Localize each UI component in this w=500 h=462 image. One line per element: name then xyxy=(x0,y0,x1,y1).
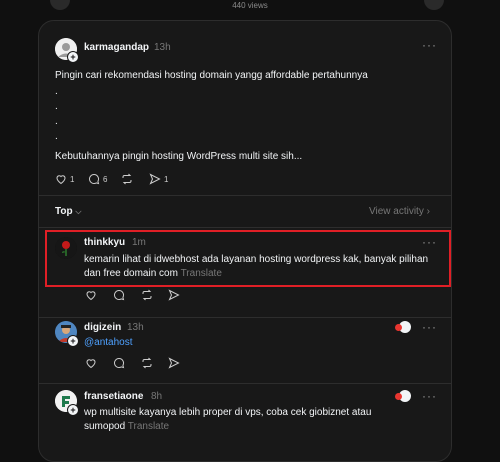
post-text-line: . xyxy=(55,101,58,112)
view-activity-link[interactable]: View activity › xyxy=(369,206,430,217)
follow-plus-icon[interactable]: + xyxy=(67,51,79,63)
heart-icon xyxy=(56,175,66,185)
heart-icon[interactable] xyxy=(85,289,97,301)
badge-dot-icon xyxy=(395,393,402,400)
share-icon[interactable] xyxy=(168,289,180,301)
chevron-right-icon: › xyxy=(426,206,430,217)
comment-text: sumopod xyxy=(84,421,126,432)
translate-link[interactable]: Translate xyxy=(128,421,169,432)
comment-time: 8h xyxy=(151,391,163,402)
repost-button[interactable] xyxy=(121,173,133,185)
reply-count: 6 xyxy=(103,174,108,184)
chevron-down-icon: ⌵ xyxy=(75,207,82,216)
heart-icon[interactable] xyxy=(85,357,97,369)
comment-username[interactable]: fransetiaone xyxy=(84,391,143,402)
post-text-line: . xyxy=(55,131,58,142)
view-activity-label: View activity xyxy=(369,206,424,217)
share-button[interactable]: 1 xyxy=(149,173,168,185)
comment-icon xyxy=(89,173,100,185)
post-text-line: . xyxy=(55,116,58,127)
post-text-line: . xyxy=(55,86,58,97)
repost-icon[interactable] xyxy=(141,289,153,301)
highlight-box xyxy=(45,230,451,287)
share-count: 1 xyxy=(164,174,169,184)
mention-link[interactable]: @antahost xyxy=(84,337,133,348)
share-icon xyxy=(149,173,161,185)
divider xyxy=(39,383,451,384)
badge-dot-icon xyxy=(395,324,402,331)
divider xyxy=(39,195,451,196)
follow-plus-icon[interactable]: + xyxy=(67,335,79,347)
reply-button[interactable]: 6 xyxy=(88,173,107,185)
comment-text-line: sumopod Translate xyxy=(84,421,169,432)
comment-time: 13h xyxy=(127,322,144,333)
like-count: 1 xyxy=(70,174,75,184)
post-text-line: Kebutuhannya pingin hosting WordPress mu… xyxy=(55,151,303,162)
repost-icon xyxy=(122,173,132,185)
more-icon[interactable]: ··· xyxy=(422,38,437,52)
divider xyxy=(39,227,451,228)
more-icon[interactable]: ··· xyxy=(422,320,437,334)
repost-icon[interactable] xyxy=(141,357,153,369)
follow-plus-icon[interactable]: + xyxy=(67,404,79,416)
sort-dropdown[interactable]: Top ⌵ xyxy=(55,206,81,217)
like-button[interactable]: 1 xyxy=(55,173,74,185)
comment-username[interactable]: digizein xyxy=(84,322,121,333)
more-icon[interactable]: ··· xyxy=(422,389,437,403)
post-text-line: Pingin cari rekomendasi hosting domain y… xyxy=(55,70,368,81)
comment-icon[interactable] xyxy=(113,289,125,301)
share-icon[interactable] xyxy=(168,357,180,369)
divider xyxy=(39,317,451,318)
comment-icon[interactable] xyxy=(113,357,125,369)
post-username[interactable]: karmagandap xyxy=(84,42,149,53)
post-time: 13h xyxy=(154,42,171,53)
view-count: 440 views xyxy=(232,1,268,10)
sort-label: Top xyxy=(55,206,73,217)
comment-text-line: wp multisite kayanya lebih proper di vps… xyxy=(84,407,372,418)
